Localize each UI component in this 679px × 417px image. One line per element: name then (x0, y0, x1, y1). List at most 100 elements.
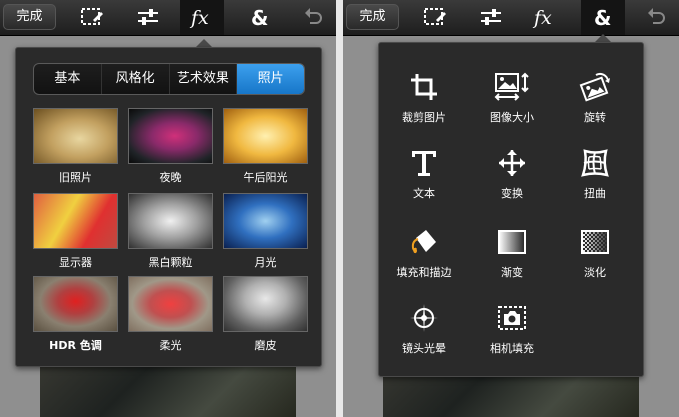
tools-screen: 完成 fx & 裁剪图片 图像大小 旋转 文本 变换 扭曲 填充和描边 渐变 淡… (343, 0, 679, 417)
fx-icon: fx (532, 7, 552, 29)
move-icon (499, 150, 525, 176)
sliders-icon (138, 9, 158, 25)
done-button[interactable]: 完成 (3, 4, 56, 30)
ampersand-icon: & (594, 6, 611, 29)
tool-label: 淡化 (584, 266, 606, 279)
effect-label: 旧照片 (59, 171, 92, 184)
undo-button[interactable] (292, 0, 336, 35)
lens-flare-icon (410, 304, 438, 332)
effect-preview (223, 276, 308, 332)
camera-fill-icon (498, 306, 526, 330)
effect-category-tabs: 基本 风格化 艺术效果 照片 (33, 63, 305, 95)
fx-tool-button[interactable]: fx (523, 0, 567, 35)
effect-preview (223, 108, 308, 164)
svg-text:fx: fx (532, 7, 552, 29)
effect-thumb-old-photo[interactable]: 旧照片 (33, 108, 118, 185)
tool-label: 图像大小 (490, 111, 534, 124)
tab-stylize[interactable]: 风格化 (102, 64, 170, 94)
effect-label: 夜晚 (159, 171, 182, 184)
tool-label: 相机填充 (490, 342, 534, 355)
adjust-tool-button[interactable] (470, 0, 514, 35)
effect-preview (223, 193, 308, 249)
tool-camera-fill[interactable]: 相机填充 (472, 302, 552, 356)
done-button[interactable]: 完成 (346, 4, 399, 30)
effect-thumb-monitor[interactable]: 显示器 (33, 193, 118, 270)
selection-icon (81, 8, 103, 25)
tool-crop[interactable]: 裁剪图片 (384, 71, 464, 125)
effect-preview (128, 193, 213, 249)
tool-fill-stroke[interactable]: 填充和描边 (384, 226, 464, 280)
tool-label: 变换 (501, 187, 523, 200)
effect-label: 磨皮 (254, 339, 277, 352)
svg-text:fx: fx (189, 7, 209, 29)
tool-label: 旋转 (584, 111, 606, 124)
effect-preview (33, 276, 118, 332)
tab-artistic[interactable]: 艺术效果 (170, 64, 238, 94)
undo-icon (648, 8, 665, 24)
ampersand-icon: & (251, 6, 268, 29)
crop-icon (411, 74, 437, 100)
tool-label: 填充和描边 (396, 266, 452, 279)
tab-photo[interactable]: 照片 (237, 64, 304, 94)
more-tools-button[interactable]: & (238, 0, 282, 35)
sliders-icon (481, 9, 501, 25)
tool-gradient[interactable]: 渐变 (472, 226, 552, 280)
effect-thumb-night[interactable]: 夜晚 (128, 108, 213, 185)
tool-distort[interactable]: 扭曲 (555, 147, 635, 201)
popover-pointer (196, 39, 212, 47)
selection-icon (424, 8, 446, 25)
tool-label: 镜头光晕 (402, 342, 446, 355)
effect-label: 午后阳光 (243, 171, 288, 184)
fill-bucket-icon (411, 230, 436, 254)
tool-rotate[interactable]: 旋转 (555, 71, 635, 125)
undo-button[interactable] (635, 0, 679, 35)
tool-label: 文本 (413, 187, 435, 200)
undo-icon (305, 8, 322, 24)
effect-label: 显示器 (59, 256, 92, 269)
popover-pointer (595, 34, 611, 42)
effect-preview (128, 276, 213, 332)
effect-thumb-smooth-skin[interactable]: 磨皮 (223, 276, 308, 353)
screen-divider (336, 0, 343, 417)
select-tool-button[interactable] (71, 0, 115, 35)
effect-label: HDR 色调 (49, 339, 102, 352)
effect-label: 黑白颗粒 (148, 256, 193, 269)
gradient-icon (498, 230, 526, 254)
effect-label: 月光 (254, 256, 277, 269)
fade-icon (581, 230, 609, 254)
tool-fade[interactable]: 淡化 (555, 226, 635, 280)
effect-preview (33, 108, 118, 164)
effect-thumb-soft-light[interactable]: 柔光 (128, 276, 213, 353)
tool-transform[interactable]: 变换 (472, 147, 552, 201)
tool-image-size[interactable]: 图像大小 (472, 71, 552, 125)
effect-label: 柔光 (159, 339, 182, 352)
more-tools-button[interactable]: & (581, 0, 625, 35)
effect-thumb-afternoon-sun[interactable]: 午后阳光 (223, 108, 308, 185)
svg-text:&: & (251, 6, 268, 29)
text-icon (412, 151, 436, 176)
tab-basic[interactable]: 基本 (34, 64, 102, 94)
tool-label: 裁剪图片 (402, 111, 446, 124)
top-toolbar: 完成 fx & (343, 0, 679, 36)
adjust-tool-button[interactable] (127, 0, 171, 35)
fx-tool-button[interactable]: fx (180, 0, 224, 35)
effect-preview (33, 193, 118, 249)
tool-label: 扭曲 (584, 187, 606, 200)
image-size-icon (494, 72, 529, 101)
tool-label: 渐变 (501, 266, 523, 279)
tools-panel: 裁剪图片 图像大小 旋转 文本 变换 扭曲 填充和描边 渐变 淡化 镜头光晕 相… (378, 42, 644, 377)
effects-screen: 完成 fx & 基本 风格化 艺术效果 照片 旧照片 夜晚 午后阳光 显示器 黑… (0, 0, 336, 417)
top-toolbar: 完成 fx & (0, 0, 336, 36)
effects-panel: 基本 风格化 艺术效果 照片 旧照片 夜晚 午后阳光 显示器 黑白颗粒 月光 H… (15, 47, 322, 367)
svg-text:&: & (594, 6, 611, 29)
tool-lens-flare[interactable]: 镜头光晕 (384, 302, 464, 356)
fx-icon: fx (189, 7, 209, 29)
rotate-icon (579, 72, 610, 102)
tool-text[interactable]: 文本 (384, 147, 464, 201)
effect-thumb-hdr-tone[interactable]: HDR 色调 (33, 276, 118, 353)
effect-preview (128, 108, 213, 164)
effect-thumb-bw-grain[interactable]: 黑白颗粒 (128, 193, 213, 270)
effect-thumb-moonlight[interactable]: 月光 (223, 193, 308, 270)
select-tool-button[interactable] (414, 0, 458, 35)
distort-icon (581, 149, 609, 177)
